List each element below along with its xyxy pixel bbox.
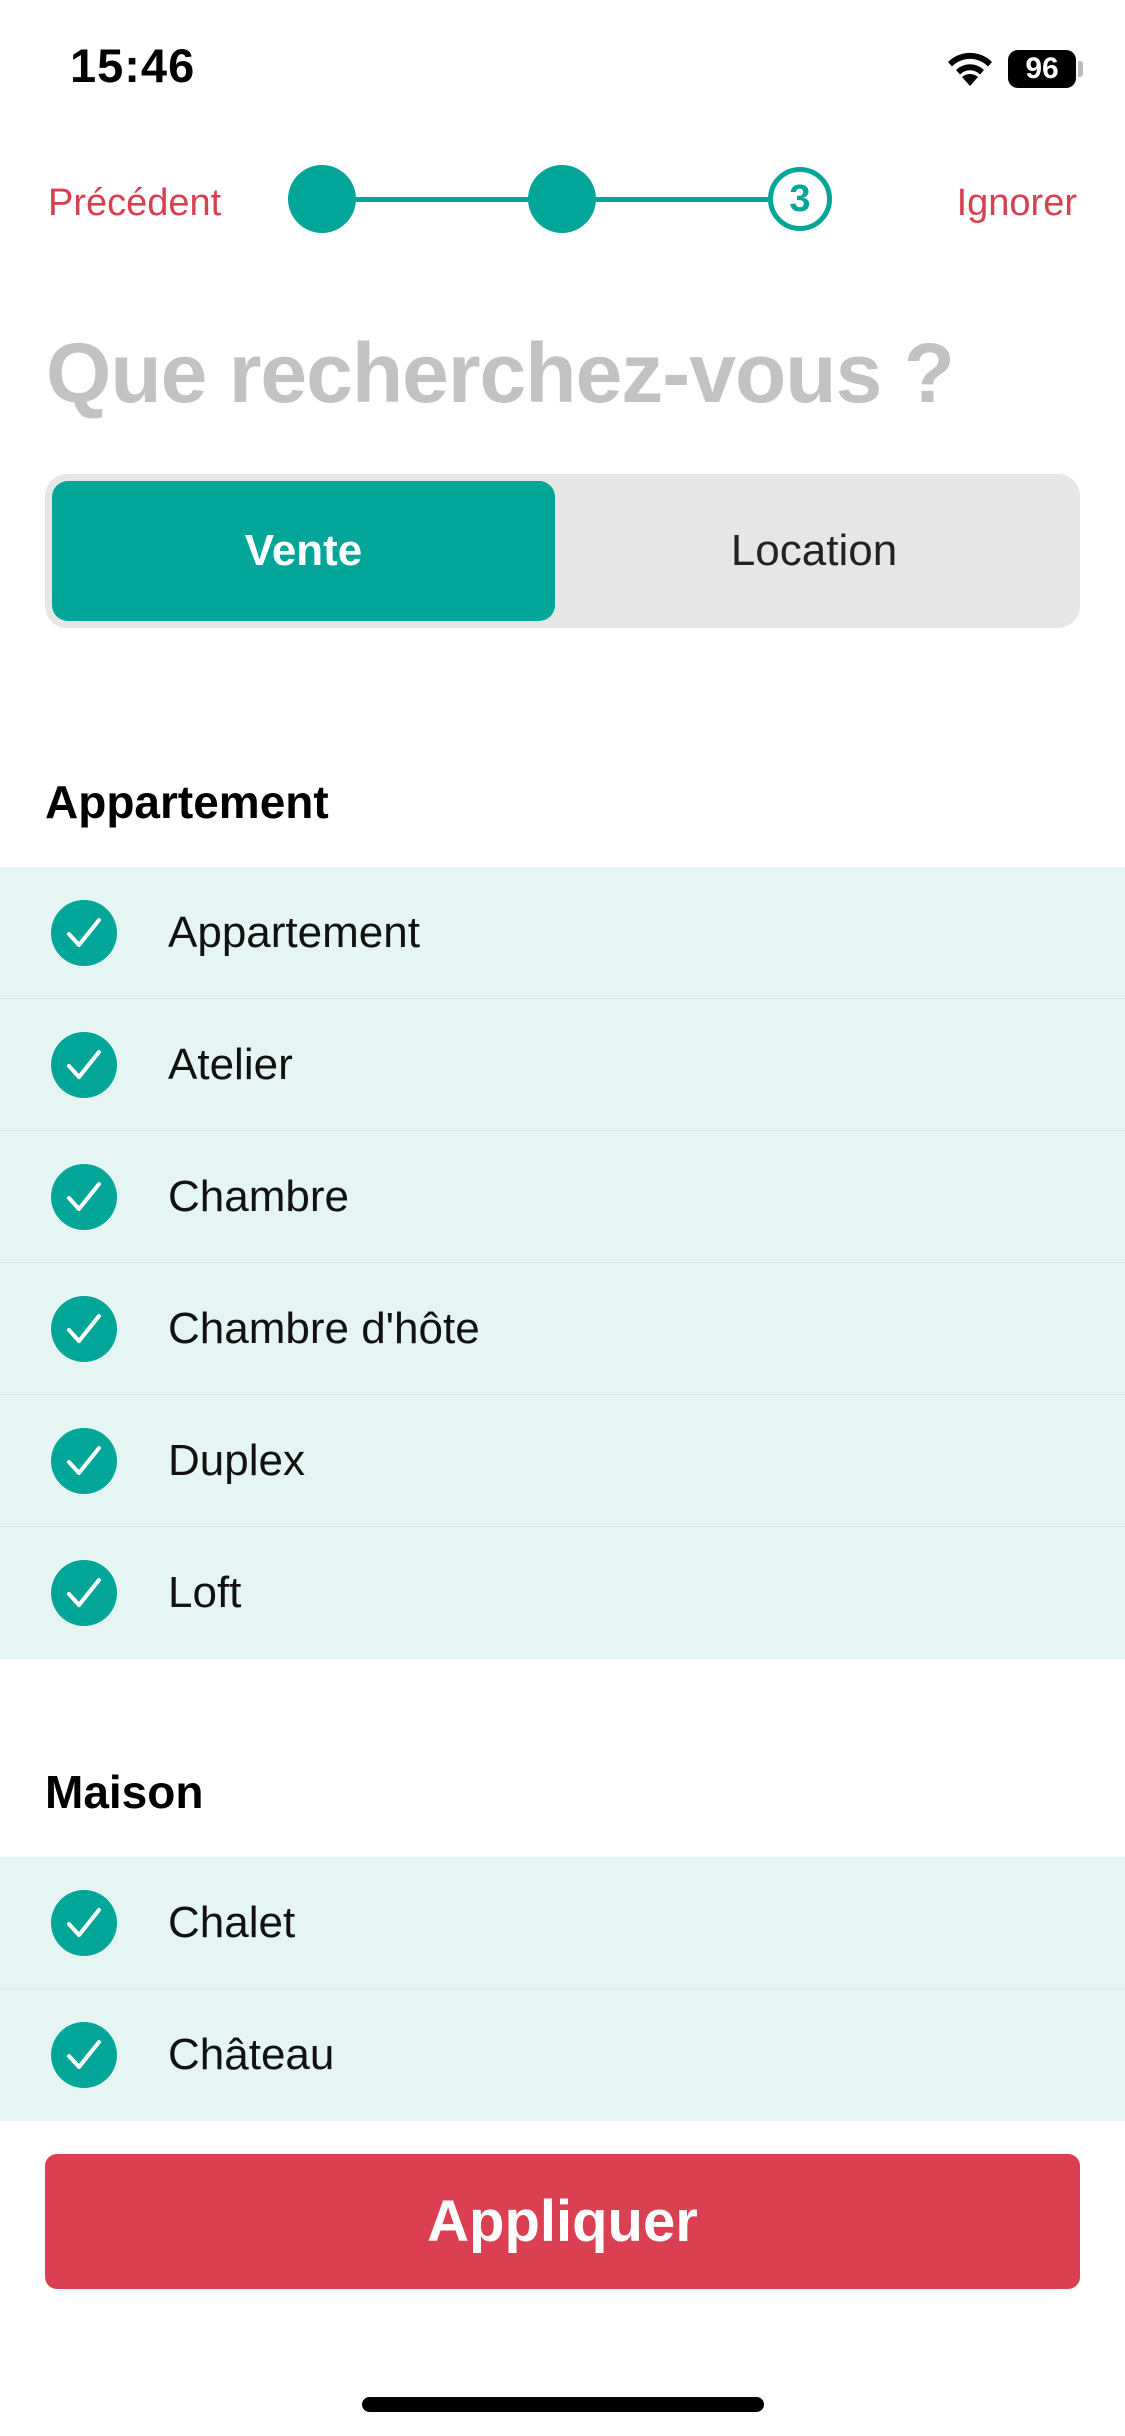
step-connector [596,197,768,202]
top-nav: Précédent 3 Ignorer [0,150,1125,250]
status-bar: 15:46 96 [0,0,1125,135]
list-item-label: Atelier [168,1040,293,1089]
list-item-label: Appartement [168,908,420,957]
previous-button[interactable]: Précédent [48,182,221,225]
list-item-label: Duplex [168,1436,305,1485]
list-item-label: Château [168,2030,335,2079]
skip-button[interactable]: Ignorer [957,182,1077,225]
list-item-label: Chambre [168,1172,349,1221]
check-icon [51,2022,117,2088]
wifi-icon [948,52,992,86]
list-item[interactable]: Atelier [0,999,1125,1131]
check-icon [51,1032,117,1098]
check-icon [51,1890,117,1956]
transaction-type-toggle: Vente Location [45,474,1080,628]
list-item[interactable]: Duplex [0,1395,1125,1527]
list-item[interactable]: Appartement [0,867,1125,999]
page-title: Que recherchez-vous ? [46,326,955,420]
step-connector [356,197,528,202]
section-title-appartement: Appartement [45,776,329,828]
list-item[interactable]: Château [0,1989,1125,2121]
battery-tip [1078,61,1083,77]
check-icon [51,900,117,966]
segment-location[interactable]: Location [555,481,1073,621]
step-3-current: 3 [768,167,832,231]
list-item[interactable]: Chambre d'hôte [0,1263,1125,1395]
check-icon [51,1428,117,1494]
list-item[interactable]: Chalet [0,1857,1125,1989]
check-icon [51,1560,117,1626]
list-appartement: Appartement Atelier Chambre Chambre d'hô… [0,867,1125,1659]
battery-icon: 96 [1008,50,1076,88]
list-item[interactable]: Loft [0,1527,1125,1659]
list-item-label: Loft [168,1568,242,1617]
screen: 15:46 96 Précédent 3 Ignorer Que recherc… [0,0,1125,2436]
section-title-maison: Maison [45,1766,204,1818]
list-item-label: Chalet [168,1898,296,1947]
home-indicator[interactable] [362,2397,764,2412]
apply-button[interactable]: Appliquer [45,2154,1080,2289]
list-maison: Chalet Château [0,1857,1125,2121]
check-icon [51,1164,117,1230]
check-icon [51,1296,117,1362]
step-1-complete [288,165,356,233]
stepper: 3 [288,165,838,235]
step-2-complete [528,165,596,233]
segment-vente[interactable]: Vente [52,481,555,621]
status-time: 15:46 [70,39,196,92]
list-item[interactable]: Chambre [0,1131,1125,1263]
list-item-label: Chambre d'hôte [168,1304,480,1353]
